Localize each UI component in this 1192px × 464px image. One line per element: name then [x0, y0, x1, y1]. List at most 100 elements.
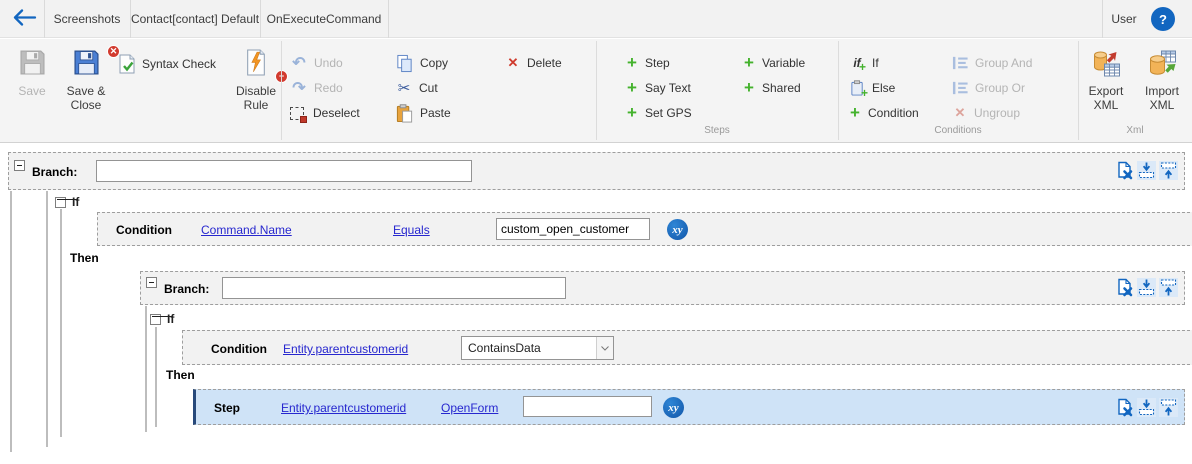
tree-connector-line	[60, 209, 62, 437]
page-check-icon	[119, 54, 135, 74]
tab-contact-default[interactable]: Contact[contact] Default	[130, 0, 260, 38]
condition-row-2[interactable]: Condition Entity.parentcustomerid Contai…	[182, 330, 1192, 365]
add-row-below-button[interactable]	[1137, 398, 1156, 417]
copy-icon	[397, 54, 412, 72]
group-separator	[281, 41, 282, 140]
add-condition-button[interactable]: + Condition	[848, 102, 919, 124]
add-step-button[interactable]: + Step	[625, 52, 670, 74]
collapse-icon[interactable]	[146, 277, 157, 288]
user-menu[interactable]: User	[1102, 0, 1146, 38]
top-navigation-bar: Screenshots Contact[contact] Default OnE…	[0, 0, 1192, 38]
back-arrow-icon	[13, 9, 37, 26]
branch-row-nested[interactable]: Branch:	[140, 271, 1185, 305]
add-if-button[interactable]: if + If	[848, 52, 878, 74]
condition-field-link[interactable]: Command.Name	[201, 223, 292, 237]
back-button[interactable]	[10, 9, 40, 29]
if-node[interactable]: If	[55, 195, 79, 209]
chevron-down-icon	[596, 337, 613, 359]
delete-button[interactable]: ✕ Delete	[505, 52, 562, 74]
copy-button[interactable]: Copy	[395, 52, 448, 74]
condition-value-input[interactable]	[496, 218, 650, 240]
insert-row-above-icon	[1159, 278, 1178, 297]
plus-icon: +	[850, 103, 860, 122]
group-lines-icon	[952, 81, 968, 95]
save-floppy-icon	[19, 50, 45, 75]
tree-connector-line	[10, 191, 12, 452]
add-set-gps-button[interactable]: + Set GPS	[625, 102, 692, 124]
tab-screenshots[interactable]: Screenshots	[44, 0, 130, 38]
add-row-above-button[interactable]	[1159, 278, 1178, 297]
syntax-check-button[interactable]: Syntax Check	[118, 53, 216, 75]
group-label-xml: Xml	[1126, 125, 1144, 136]
condition-row-1[interactable]: Condition Command.Name Equals xy	[97, 212, 1192, 246]
plus-icon: +	[627, 53, 637, 72]
collapse-icon[interactable]	[14, 160, 25, 171]
delete-row-button[interactable]	[1115, 398, 1134, 417]
group-and-button: Group And	[952, 52, 1032, 74]
add-variable-button[interactable]: + Variable	[742, 52, 805, 74]
branch-label: Branch:	[164, 282, 210, 296]
scissors-icon: ✂	[397, 80, 411, 97]
disable-rule-button[interactable]: − Disable Rule	[228, 49, 288, 113]
insert-row-above-icon	[1159, 161, 1178, 180]
tab-label: Screenshots	[53, 12, 121, 26]
undo-icon: ↶	[292, 55, 306, 72]
branch-label: Branch:	[32, 165, 78, 179]
delete-document-icon	[1118, 398, 1133, 417]
save-floppy-icon	[73, 50, 99, 75]
condition-label: Condition	[211, 342, 267, 356]
branch-name-input[interactable]	[96, 160, 472, 182]
delete-row-button[interactable]	[1115, 278, 1134, 297]
import-xml-button[interactable]: Import XML	[1136, 49, 1188, 113]
delete-row-button[interactable]	[1115, 161, 1134, 180]
add-row-above-button[interactable]	[1159, 161, 1178, 180]
formula-xy-button[interactable]: xy	[667, 219, 688, 240]
delete-document-icon	[1118, 161, 1133, 180]
step-value-input[interactable]	[523, 396, 652, 417]
then-label: Then	[70, 251, 99, 265]
collapse-icon[interactable]	[55, 196, 66, 208]
formula-xy-button[interactable]: xy	[663, 397, 684, 418]
divider	[388, 0, 389, 38]
branch-name-input[interactable]	[222, 277, 566, 299]
group-label-conditions: Conditions	[934, 125, 982, 136]
export-xml-button[interactable]: Export XML	[1080, 49, 1132, 113]
collapse-icon[interactable]	[150, 313, 161, 325]
if-node[interactable]: If	[150, 312, 174, 326]
cut-button[interactable]: ✂ Cut	[395, 77, 438, 99]
condition-field-link[interactable]: Entity.parentcustomerid	[283, 342, 408, 356]
insert-row-above-icon	[1159, 398, 1178, 417]
delete-document-icon	[1118, 278, 1133, 297]
step-field-link[interactable]: Entity.parentcustomerid	[281, 401, 406, 415]
add-row-above-button[interactable]	[1159, 398, 1178, 417]
step-row-selected[interactable]: Step Entity.parentcustomerid OpenForm xy	[193, 389, 1185, 425]
dropdown-value: ContainsData	[468, 341, 541, 355]
group-label-steps: Steps	[704, 125, 730, 136]
insert-row-below-icon	[1137, 278, 1156, 297]
if-plus-icon: if +	[853, 56, 866, 74]
save-and-close-button[interactable]: ✕ Save & Close	[58, 45, 120, 113]
add-row-below-button[interactable]	[1137, 278, 1156, 297]
branch-row-root[interactable]: Branch:	[8, 152, 1185, 190]
row-action-icons	[1115, 398, 1178, 417]
row-action-icons	[1115, 161, 1178, 180]
operator-dropdown[interactable]: ContainsData	[461, 336, 614, 360]
tab-onexecutecommand[interactable]: OnExecuteCommand	[260, 0, 388, 38]
ribbon-toolbar: Save ✕ Save & Close Syntax Check Disable…	[0, 39, 1192, 143]
add-shared-button[interactable]: + Shared	[742, 77, 801, 99]
else-clipboard-plus-icon: +	[848, 80, 868, 100]
paste-button[interactable]: Paste	[395, 102, 451, 124]
deselect-button[interactable]: Deselect	[290, 102, 360, 124]
insert-row-below-icon	[1137, 161, 1156, 180]
save-button: Save	[4, 49, 60, 98]
add-else-button[interactable]: + Else	[848, 77, 895, 100]
tree-connector-line	[155, 327, 157, 427]
plus-icon: +	[744, 78, 754, 97]
add-say-text-button[interactable]: + Say Text	[625, 77, 691, 99]
step-action-link[interactable]: OpenForm	[441, 401, 498, 415]
plus-icon: +	[744, 53, 754, 72]
help-button[interactable]: ?	[1151, 7, 1175, 31]
add-row-below-button[interactable]	[1137, 161, 1156, 180]
condition-operator-link[interactable]: Equals	[393, 223, 430, 237]
tab-label: Contact[contact] Default	[130, 12, 260, 26]
